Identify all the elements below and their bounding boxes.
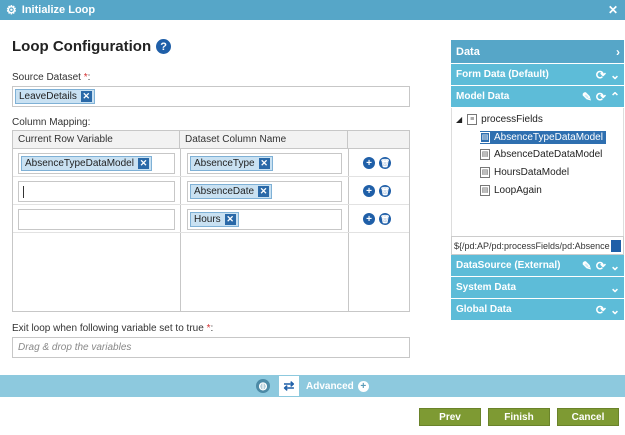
exit-variable-dropzone[interactable]: Drag & drop the variables [12,337,410,358]
chevron-right-icon[interactable]: › [616,45,620,59]
field-icon: ▤ [480,132,490,143]
remove-tag-icon[interactable]: ✕ [224,214,236,225]
field-icon: ▤ [480,149,490,160]
tree-item[interactable]: ▤ AbsenceTypeDataModel [480,131,606,144]
close-icon[interactable]: ✕ [608,3,618,17]
edit-icon[interactable]: ✎ [582,259,592,273]
field-icon: ▤ [480,167,490,178]
remove-tag-icon[interactable]: ✕ [258,158,270,169]
grid-header: Current Row Variable Dataset Column Name [13,131,409,149]
tree-item[interactable]: ▤ AbsenceDateDataModel [480,149,602,160]
remove-tag-icon[interactable]: ✕ [137,158,149,169]
chevron-down-icon[interactable]: ⌄ [610,303,620,317]
column-mapping-grid: Current Row Variable Dataset Column Name… [12,130,410,312]
source-dataset-tag: LeaveDetails ✕ [15,89,95,104]
system-data-section[interactable]: System Data ⌄ [451,277,624,299]
loop-icon[interactable]: ⇄ [278,375,300,397]
model-data-tree: ◢ ≡ processFields ▤ AbsenceTypeDataModel… [451,108,624,236]
edit-icon[interactable]: ✎ [582,90,592,104]
globe-icon[interactable]: ◍ [256,379,270,393]
row-column-field[interactable]: Hours ✕ [187,209,342,230]
add-advanced-icon[interactable]: + [357,380,369,392]
row-variable-field[interactable] [18,209,175,230]
cancel-button[interactable]: Cancel [557,408,619,426]
table-row: AbsenceTypeDataModel ✕ AbsenceType ✕ + 🗑 [13,149,409,177]
prev-button[interactable]: Prev [419,408,481,426]
row-column-field[interactable]: AbsenceDate ✕ [187,181,342,202]
add-row-icon[interactable]: + [363,157,375,169]
column-tag: Hours ✕ [190,212,239,227]
table-row: AbsenceDate ✕ + 🗑 [13,177,409,205]
source-dataset-label: Source Dataset *: [12,72,91,83]
window-title: Initialize Loop [21,4,96,16]
copy-icon[interactable] [611,240,621,252]
row-variable-field[interactable] [18,181,175,202]
delete-row-icon[interactable]: 🗑 [379,185,391,197]
datasource-section[interactable]: DataSource (External) ✎ ⟳ ⌄ [451,255,624,277]
refresh-icon[interactable]: ⟳ [596,259,606,273]
add-row-icon[interactable]: + [363,213,375,225]
add-row-icon[interactable]: + [363,185,375,197]
collapse-icon[interactable]: ◢ [456,115,462,124]
model-data-section[interactable]: Model Data ✎ ⟳ ⌃ [451,86,624,108]
chevron-down-icon[interactable]: ⌄ [610,281,620,295]
refresh-icon[interactable]: ⟳ [596,68,606,82]
page-title: Loop Configuration ? [12,38,172,55]
global-data-section[interactable]: Global Data ⟳ ⌄ [451,299,624,321]
refresh-icon[interactable]: ⟳ [596,90,606,104]
advanced-toolbar: ◍ ⇄ Advanced + [256,375,369,397]
column-tag: AbsenceDate ✕ [190,184,273,199]
folder-icon: ≡ [467,114,478,125]
delete-row-icon[interactable]: 🗑 [379,213,391,225]
exit-loop-label: Exit loop when following variable set to… [12,323,214,334]
advanced-strip: ◍ ⇄ Advanced + [0,375,625,397]
data-path-field[interactable]: ${/pd:AP/pd:processFields/pd:Absence [451,236,624,255]
finish-button[interactable]: Finish [488,408,550,426]
field-icon: ▤ [480,185,490,196]
delete-row-icon[interactable]: 🗑 [379,157,391,169]
chevron-down-icon[interactable]: ⌄ [610,68,620,82]
data-panel: Data › Form Data (Default) ⟳ ⌄ Model Dat… [451,40,624,356]
column-header-variable: Current Row Variable [13,131,180,149]
column-mapping-label: Column Mapping: [12,117,91,128]
tree-root[interactable]: ◢ ≡ processFields [456,114,543,125]
chevron-up-icon[interactable]: ⌃ [610,90,620,104]
row-column-field[interactable]: AbsenceType ✕ [187,153,342,174]
chevron-down-icon[interactable]: ⌄ [610,259,620,273]
column-tag: AbsenceType ✕ [190,156,273,171]
tree-item[interactable]: ▤ LoopAgain [480,185,542,196]
variable-tag: AbsenceTypeDataModel ✕ [21,156,152,171]
advanced-label[interactable]: Advanced [306,381,354,392]
loop-config-panel: Loop Configuration ? Source Dataset *: L… [0,20,447,375]
refresh-icon[interactable]: ⟳ [596,303,606,317]
remove-tag-icon[interactable]: ✕ [80,91,92,102]
gear-icon: ⚙ [6,3,17,17]
data-panel-header[interactable]: Data › [451,40,624,64]
form-data-section[interactable]: Form Data (Default) ⟳ ⌄ [451,64,624,86]
help-icon[interactable]: ? [156,39,172,54]
tree-item[interactable]: ▤ HoursDataModel [480,167,569,178]
table-row: Hours ✕ + 🗑 [13,205,409,233]
window-titlebar: ⚙ Initialize Loop ✕ [0,0,625,20]
remove-tag-icon[interactable]: ✕ [258,186,270,197]
row-variable-field[interactable]: AbsenceTypeDataModel ✕ [18,153,175,174]
source-dataset-field[interactable]: LeaveDetails ✕ [12,86,410,107]
column-header-dataset: Dataset Column Name [180,131,348,149]
